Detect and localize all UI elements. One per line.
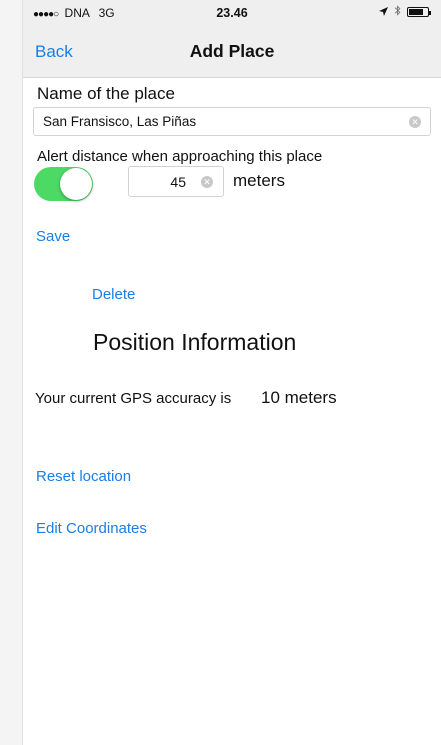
gps-accuracy-value: 10 meters xyxy=(261,388,337,407)
gps-accuracy-label: Your current GPS accuracy is xyxy=(35,390,232,407)
save-button[interactable]: Save xyxy=(36,228,70,245)
toggle-knob xyxy=(60,168,92,200)
alert-toggle[interactable] xyxy=(34,167,93,201)
edit-coordinates-button[interactable]: Edit Coordinates xyxy=(36,520,147,537)
location-arrow-icon xyxy=(379,5,388,19)
status-bar: ●●●●○ DNA 3G 23.46 xyxy=(23,0,441,26)
distance-unit-label: meters xyxy=(233,171,285,190)
place-name-label: Name of the place xyxy=(37,84,175,103)
app-screen: ●●●●○ DNA 3G 23.46 Back Add Place Name o… xyxy=(22,0,441,745)
page-title: Add Place xyxy=(189,41,275,61)
battery-icon xyxy=(407,7,431,17)
place-name-input[interactable]: San Fransisco, Las Piñas ✕ xyxy=(33,107,431,136)
alert-distance-input[interactable]: 45 ✕ xyxy=(128,166,224,197)
reset-location-button[interactable]: Reset location xyxy=(36,468,131,485)
status-icons xyxy=(379,5,431,19)
alert-distance-value: 45 xyxy=(170,174,186,190)
position-section-title: Position Information xyxy=(93,329,297,355)
navigation-bar: Back Add Place xyxy=(23,26,441,78)
bluetooth-icon xyxy=(394,5,401,19)
clear-icon[interactable]: ✕ xyxy=(201,176,213,188)
alert-distance-label: Alert distance when approaching this pla… xyxy=(37,148,323,165)
delete-button[interactable]: Delete xyxy=(92,286,135,303)
place-name-value: San Fransisco, Las Piñas xyxy=(43,114,197,129)
battery-level xyxy=(409,9,423,15)
clear-icon[interactable]: ✕ xyxy=(409,116,421,128)
